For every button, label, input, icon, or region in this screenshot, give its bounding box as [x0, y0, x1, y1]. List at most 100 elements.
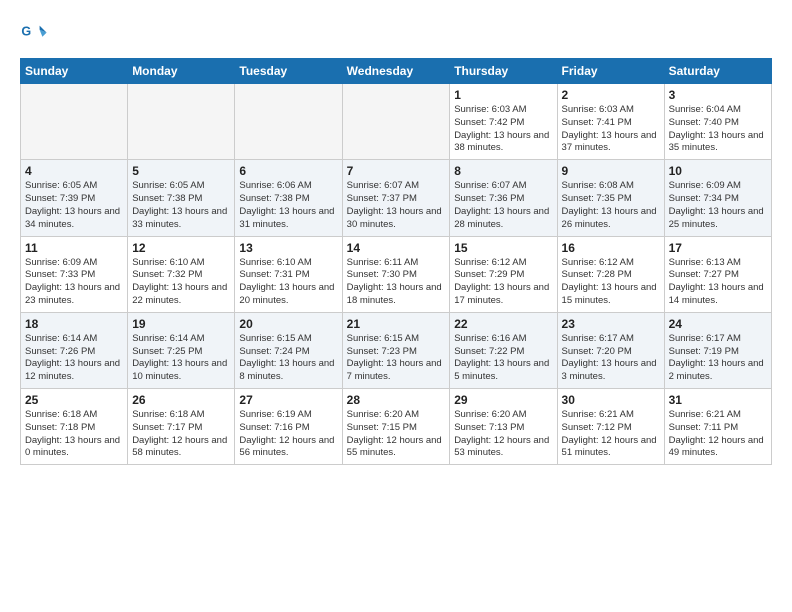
- day-number: 20: [239, 317, 337, 331]
- weekday-header-thursday: Thursday: [450, 59, 557, 84]
- weekday-header-tuesday: Tuesday: [235, 59, 342, 84]
- day-number: 18: [25, 317, 123, 331]
- day-number: 14: [347, 241, 446, 255]
- day-info: Sunrise: 6:12 AMSunset: 7:28 PMDaylight:…: [562, 257, 660, 308]
- day-info: Sunrise: 6:21 AMSunset: 7:12 PMDaylight:…: [562, 409, 660, 460]
- day-number: 4: [25, 164, 123, 178]
- day-info: Sunrise: 6:03 AMSunset: 7:42 PMDaylight:…: [454, 104, 552, 155]
- day-number: 26: [132, 393, 230, 407]
- day-info: Sunrise: 6:14 AMSunset: 7:25 PMDaylight:…: [132, 333, 230, 384]
- day-number: 22: [454, 317, 552, 331]
- day-cell-26: 26 Sunrise: 6:18 AMSunset: 7:17 PMDayligh…: [128, 389, 235, 465]
- calendar-week-2: 4 Sunrise: 6:05 AMSunset: 7:39 PMDaylight…: [21, 160, 772, 236]
- calendar-week-1: 1 Sunrise: 6:03 AMSunset: 7:42 PMDaylight…: [21, 84, 772, 160]
- day-cell-28: 28 Sunrise: 6:20 AMSunset: 7:15 PMDayligh…: [342, 389, 450, 465]
- day-number: 2: [562, 88, 660, 102]
- day-cell-17: 17Sunrise: 6:13 AMSunset: 7:27 PMDayligh…: [664, 236, 771, 312]
- day-cell-30: 30 Sunrise: 6:21 AMSunset: 7:12 PMDayligh…: [557, 389, 664, 465]
- day-number: 29: [454, 393, 552, 407]
- calendar-week-5: 25 Sunrise: 6:18 AMSunset: 7:18 PMDayligh…: [21, 389, 772, 465]
- day-cell-7: 7 Sunrise: 6:07 AMSunset: 7:37 PMDaylight…: [342, 160, 450, 236]
- day-cell-16: 16 Sunrise: 6:12 AMSunset: 7:28 PMDayligh…: [557, 236, 664, 312]
- day-info: Sunrise: 6:09 AMSunset: 7:33 PMDaylight:…: [25, 257, 123, 308]
- day-cell-5: 5Sunrise: 6:05 AMSunset: 7:38 PMDaylight…: [128, 160, 235, 236]
- day-info: Sunrise: 6:07 AMSunset: 7:36 PMDaylight:…: [454, 180, 552, 231]
- day-info: Sunrise: 6:06 AMSunset: 7:38 PMDaylight:…: [239, 180, 337, 231]
- day-cell-19: 19Sunrise: 6:14 AMSunset: 7:25 PMDayligh…: [128, 312, 235, 388]
- day-info: Sunrise: 6:17 AMSunset: 7:20 PMDaylight:…: [562, 333, 660, 384]
- day-number: 3: [669, 88, 767, 102]
- day-cell-12: 12 Sunrise: 6:10 AMSunset: 7:32 PMDayligh…: [128, 236, 235, 312]
- empty-cell: [235, 84, 342, 160]
- day-cell-29: 29 Sunrise: 6:20 AMSunset: 7:13 PMDayligh…: [450, 389, 557, 465]
- day-info: Sunrise: 6:15 AMSunset: 7:24 PMDaylight:…: [239, 333, 337, 384]
- calendar-table: SundayMondayTuesdayWednesdayThursdayFrid…: [20, 58, 772, 465]
- empty-cell: [342, 84, 450, 160]
- calendar-week-3: 11 Sunrise: 6:09 AMSunset: 7:33 PMDayligh…: [21, 236, 772, 312]
- day-number: 30: [562, 393, 660, 407]
- day-info: Sunrise: 6:14 AMSunset: 7:26 PMDaylight:…: [25, 333, 123, 384]
- day-number: 31: [669, 393, 767, 407]
- svg-text:G: G: [21, 24, 31, 38]
- day-cell-13: 13 Sunrise: 6:10 AMSunset: 7:31 PMDayligh…: [235, 236, 342, 312]
- day-info: Sunrise: 6:19 AMSunset: 7:16 PMDaylight:…: [239, 409, 337, 460]
- calendar-week-4: 18 Sunrise: 6:14 AMSunset: 7:26 PMDayligh…: [21, 312, 772, 388]
- day-number: 28: [347, 393, 446, 407]
- day-cell-15: 15Sunrise: 6:12 AMSunset: 7:29 PMDayligh…: [450, 236, 557, 312]
- logo: G: [20, 20, 50, 48]
- day-cell-21: 21 Sunrise: 6:15 AMSunset: 7:23 PMDayligh…: [342, 312, 450, 388]
- day-info: Sunrise: 6:21 AMSunset: 7:11 PMDaylight:…: [669, 409, 767, 460]
- day-number: 23: [562, 317, 660, 331]
- day-number: 16: [562, 241, 660, 255]
- day-info: Sunrise: 6:17 AMSunset: 7:19 PMDaylight:…: [669, 333, 767, 384]
- day-info: Sunrise: 6:13 AMSunset: 7:27 PMDaylight:…: [669, 257, 767, 308]
- day-cell-1: 1 Sunrise: 6:03 AMSunset: 7:42 PMDaylight…: [450, 84, 557, 160]
- day-info: Sunrise: 6:15 AMSunset: 7:23 PMDaylight:…: [347, 333, 446, 384]
- day-info: Sunrise: 6:09 AMSunset: 7:34 PMDaylight:…: [669, 180, 767, 231]
- weekday-header-friday: Friday: [557, 59, 664, 84]
- day-cell-23: 23 Sunrise: 6:17 AMSunset: 7:20 PMDayligh…: [557, 312, 664, 388]
- day-info: Sunrise: 6:03 AMSunset: 7:41 PMDaylight:…: [562, 104, 660, 155]
- day-number: 10: [669, 164, 767, 178]
- day-cell-10: 10 Sunrise: 6:09 AMSunset: 7:34 PMDayligh…: [664, 160, 771, 236]
- day-number: 13: [239, 241, 337, 255]
- day-cell-31: 31 Sunrise: 6:21 AMSunset: 7:11 PMDayligh…: [664, 389, 771, 465]
- day-cell-22: 22Sunrise: 6:16 AMSunset: 7:22 PMDayligh…: [450, 312, 557, 388]
- day-number: 25: [25, 393, 123, 407]
- empty-cell: [21, 84, 128, 160]
- day-cell-4: 4 Sunrise: 6:05 AMSunset: 7:39 PMDaylight…: [21, 160, 128, 236]
- weekday-header-sunday: Sunday: [21, 59, 128, 84]
- day-info: Sunrise: 6:18 AMSunset: 7:17 PMDaylight:…: [132, 409, 230, 460]
- day-number: 15: [454, 241, 552, 255]
- day-cell-14: 14Sunrise: 6:11 AMSunset: 7:30 PMDayligh…: [342, 236, 450, 312]
- day-info: Sunrise: 6:05 AMSunset: 7:39 PMDaylight:…: [25, 180, 123, 231]
- day-info: Sunrise: 6:05 AMSunset: 7:38 PMDaylight:…: [132, 180, 230, 231]
- day-cell-3: 3 Sunrise: 6:04 AMSunset: 7:40 PMDaylight…: [664, 84, 771, 160]
- day-info: Sunrise: 6:04 AMSunset: 7:40 PMDaylight:…: [669, 104, 767, 155]
- day-number: 12: [132, 241, 230, 255]
- day-cell-20: 20 Sunrise: 6:15 AMSunset: 7:24 PMDayligh…: [235, 312, 342, 388]
- page-header: G: [20, 20, 772, 48]
- day-info: Sunrise: 6:08 AMSunset: 7:35 PMDaylight:…: [562, 180, 660, 231]
- day-info: Sunrise: 6:10 AMSunset: 7:31 PMDaylight:…: [239, 257, 337, 308]
- day-number: 11: [25, 241, 123, 255]
- day-number: 27: [239, 393, 337, 407]
- weekday-header-saturday: Saturday: [664, 59, 771, 84]
- day-info: Sunrise: 6:10 AMSunset: 7:32 PMDaylight:…: [132, 257, 230, 308]
- day-info: Sunrise: 6:20 AMSunset: 7:13 PMDaylight:…: [454, 409, 552, 460]
- day-number: 8: [454, 164, 552, 178]
- day-cell-18: 18 Sunrise: 6:14 AMSunset: 7:26 PMDayligh…: [21, 312, 128, 388]
- day-info: Sunrise: 6:20 AMSunset: 7:15 PMDaylight:…: [347, 409, 446, 460]
- empty-cell: [128, 84, 235, 160]
- day-cell-25: 25 Sunrise: 6:18 AMSunset: 7:18 PMDayligh…: [21, 389, 128, 465]
- day-cell-6: 6Sunrise: 6:06 AMSunset: 7:38 PMDaylight…: [235, 160, 342, 236]
- day-number: 21: [347, 317, 446, 331]
- day-number: 24: [669, 317, 767, 331]
- day-number: 1: [454, 88, 552, 102]
- day-number: 7: [347, 164, 446, 178]
- day-info: Sunrise: 6:18 AMSunset: 7:18 PMDaylight:…: [25, 409, 123, 460]
- day-cell-27: 27 Sunrise: 6:19 AMSunset: 7:16 PMDayligh…: [235, 389, 342, 465]
- weekday-header-wednesday: Wednesday: [342, 59, 450, 84]
- day-cell-9: 9Sunrise: 6:08 AMSunset: 7:35 PMDaylight…: [557, 160, 664, 236]
- day-info: Sunrise: 6:07 AMSunset: 7:37 PMDaylight:…: [347, 180, 446, 231]
